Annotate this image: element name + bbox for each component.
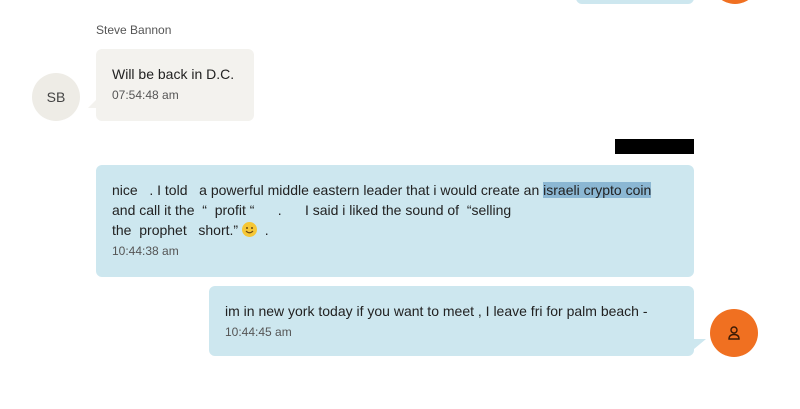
message-text: Will be back in D.C.: [112, 66, 235, 82]
user-icon: [728, 326, 740, 340]
message-text-line2: and call it the “ profit “ . I said i li…: [112, 202, 512, 218]
message-text-line3-post: .: [256, 222, 269, 238]
bubble-tail: [694, 339, 706, 349]
message-text: im in new york today if you want to meet…: [225, 303, 648, 319]
message-text: nice . I told a powerful middle eastern …: [112, 180, 678, 200]
redaction-bar: [615, 139, 694, 154]
smiling-face-icon: [241, 222, 257, 237]
previous-message-avatar: [711, 0, 759, 4]
message-text-line3-pre: the prophet short.”: [112, 222, 242, 238]
message-bubble-incoming[interactable]: Will be back in D.C. 07:54:48 am: [96, 49, 254, 121]
message-bubble-outgoing[interactable]: im in new york today if you want to meet…: [209, 286, 694, 356]
selected-text-highlight[interactable]: israeli crypto coin: [543, 182, 652, 198]
my-avatar[interactable]: [710, 309, 758, 357]
message-bubble-outgoing[interactable]: nice . I told a powerful middle eastern …: [96, 165, 694, 277]
avatar[interactable]: SB: [32, 73, 80, 121]
message-text-line1: nice . I told a powerful middle eastern …: [112, 182, 544, 198]
previous-message-bubble: [576, 0, 694, 4]
message-timestamp: 10:44:38 am: [112, 244, 179, 258]
avatar-initials: SB: [46, 89, 66, 105]
message-timestamp: 10:44:45 am: [225, 325, 292, 339]
message-text-line3: the prophet short.” .: [112, 220, 678, 240]
message-timestamp: 07:54:48 am: [112, 88, 179, 102]
sender-name: Steve Bannon: [96, 23, 172, 37]
